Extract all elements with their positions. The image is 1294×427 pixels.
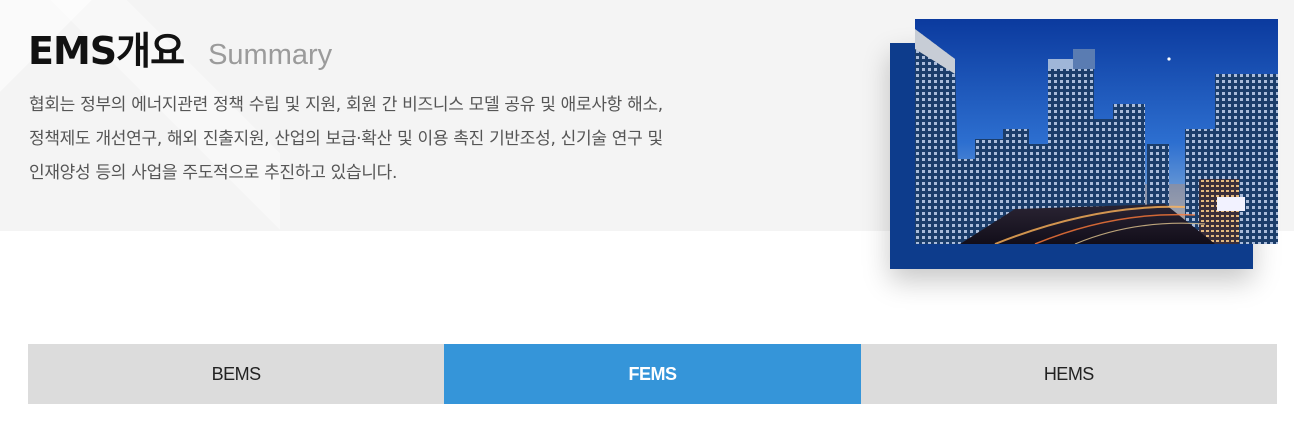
page-title: EMS개요 <box>28 29 185 73</box>
city-skyline-photo <box>915 19 1278 244</box>
description-line: 정책제도 개선연구, 해외 진출지원, 산업의 보급·확산 및 이용 촉진 기반… <box>29 129 663 149</box>
page-heading: EMS개요 Summary <box>28 20 332 75</box>
city-skyline-icon <box>915 19 1278 244</box>
ems-type-tabs: BEMS FEMS HEMS <box>28 344 1277 404</box>
description-line: 협회는 정부의 에너지관련 정책 수립 및 지원, 회원 간 비즈니스 모델 공… <box>29 95 663 115</box>
summary-description: 협회는 정부의 에너지관련 정책 수립 및 지원, 회원 간 비즈니스 모델 공… <box>29 88 829 190</box>
tab-bems[interactable]: BEMS <box>28 344 445 404</box>
tab-fems[interactable]: FEMS <box>444 344 861 404</box>
description-line: 인재양성 등의 사업을 주도적으로 추진하고 있습니다. <box>29 163 398 183</box>
tab-hems[interactable]: HEMS <box>860 344 1277 404</box>
page-subtitle: Summary <box>208 39 333 71</box>
